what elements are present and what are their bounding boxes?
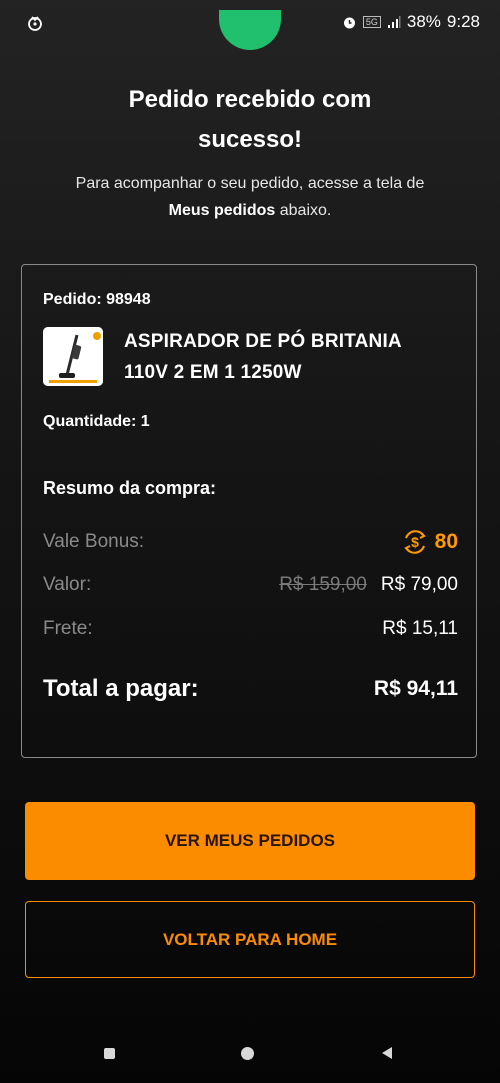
app-notification-icon <box>28 16 42 31</box>
original-price: R$ 159,00 <box>279 574 367 595</box>
system-nav-bar <box>0 1030 500 1083</box>
back-icon[interactable] <box>382 1047 392 1059</box>
value-label: Valor: <box>43 574 92 595</box>
recent-apps-icon[interactable] <box>104 1048 115 1059</box>
page-title: Pedido recebido com sucesso! <box>0 80 500 160</box>
subtitle-text: Para acompanhar o seu pedido, acesse a t… <box>75 175 425 192</box>
page-subtitle: Para acompanhar o seu pedido, acesse a t… <box>60 170 440 224</box>
total-amount: R$ 94,11 <box>373 677 458 700</box>
summary-heading: Resumo da compra: <box>43 478 217 498</box>
product-name-line-1: ASPIRADOR DE PÓ BRITANIA <box>124 331 402 352</box>
home-icon[interactable] <box>241 1047 254 1060</box>
product-name: ASPIRADOR DE PÓ BRITANIA 110V 2 EM 1 125… <box>124 326 454 388</box>
order-card: Pedido: 98948 ASPIRADOR DE PÓ BRITANIA 1… <box>21 264 477 758</box>
bonus-amount: 80 <box>434 530 458 553</box>
clock: 9:28 <box>446 12 480 31</box>
battery-level: 38% <box>406 12 441 31</box>
svg-text:$: $ <box>411 534 419 550</box>
value-row: Valor: R$ 159,00 R$ 79,00 <box>43 574 458 596</box>
title-line-1: Pedido recebido com <box>128 86 372 113</box>
shipping-row: Frete: R$ 15,11 <box>43 618 458 640</box>
alarm-icon <box>343 17 355 28</box>
shipping-label: Frete: <box>43 618 93 639</box>
product-thumbnail <box>43 327 103 386</box>
bonus-row: Vale Bonus: $ 80 <box>43 528 458 556</box>
network-type: 5G <box>362 16 381 28</box>
bonus-label: Vale Bonus: <box>43 531 145 552</box>
coin-cashback-icon: $ <box>403 530 426 554</box>
subtitle-end: abaixo. <box>275 202 332 219</box>
back-home-button[interactable]: VOLTAR PARA HOME <box>25 901 475 978</box>
bonus-value: $ 80 <box>401 528 458 556</box>
shipping-amount: R$ 15,11 <box>382 618 458 639</box>
current-price: R$ 79,00 <box>380 574 458 595</box>
order-id: Pedido: 98948 <box>43 291 151 308</box>
status-icons: 5G 38% 9:28 <box>342 12 480 32</box>
vacuum-cleaner-image <box>43 327 103 386</box>
total-row: Total a pagar: R$ 94,11 <box>43 675 458 703</box>
view-orders-button[interactable]: VER MEUS PEDIDOS <box>25 802 475 880</box>
title-line-2: sucesso! <box>197 126 303 153</box>
product-name-line-2: 110V 2 EM 1 1250W <box>124 362 302 383</box>
subtitle-highlight: Meus pedidos <box>168 202 276 219</box>
value-amount: R$ 159,00 R$ 79,00 <box>279 574 458 596</box>
quantity: Quantidade: 1 <box>43 413 150 430</box>
signal-icon <box>387 16 401 28</box>
total-label: Total a pagar: <box>43 675 199 702</box>
